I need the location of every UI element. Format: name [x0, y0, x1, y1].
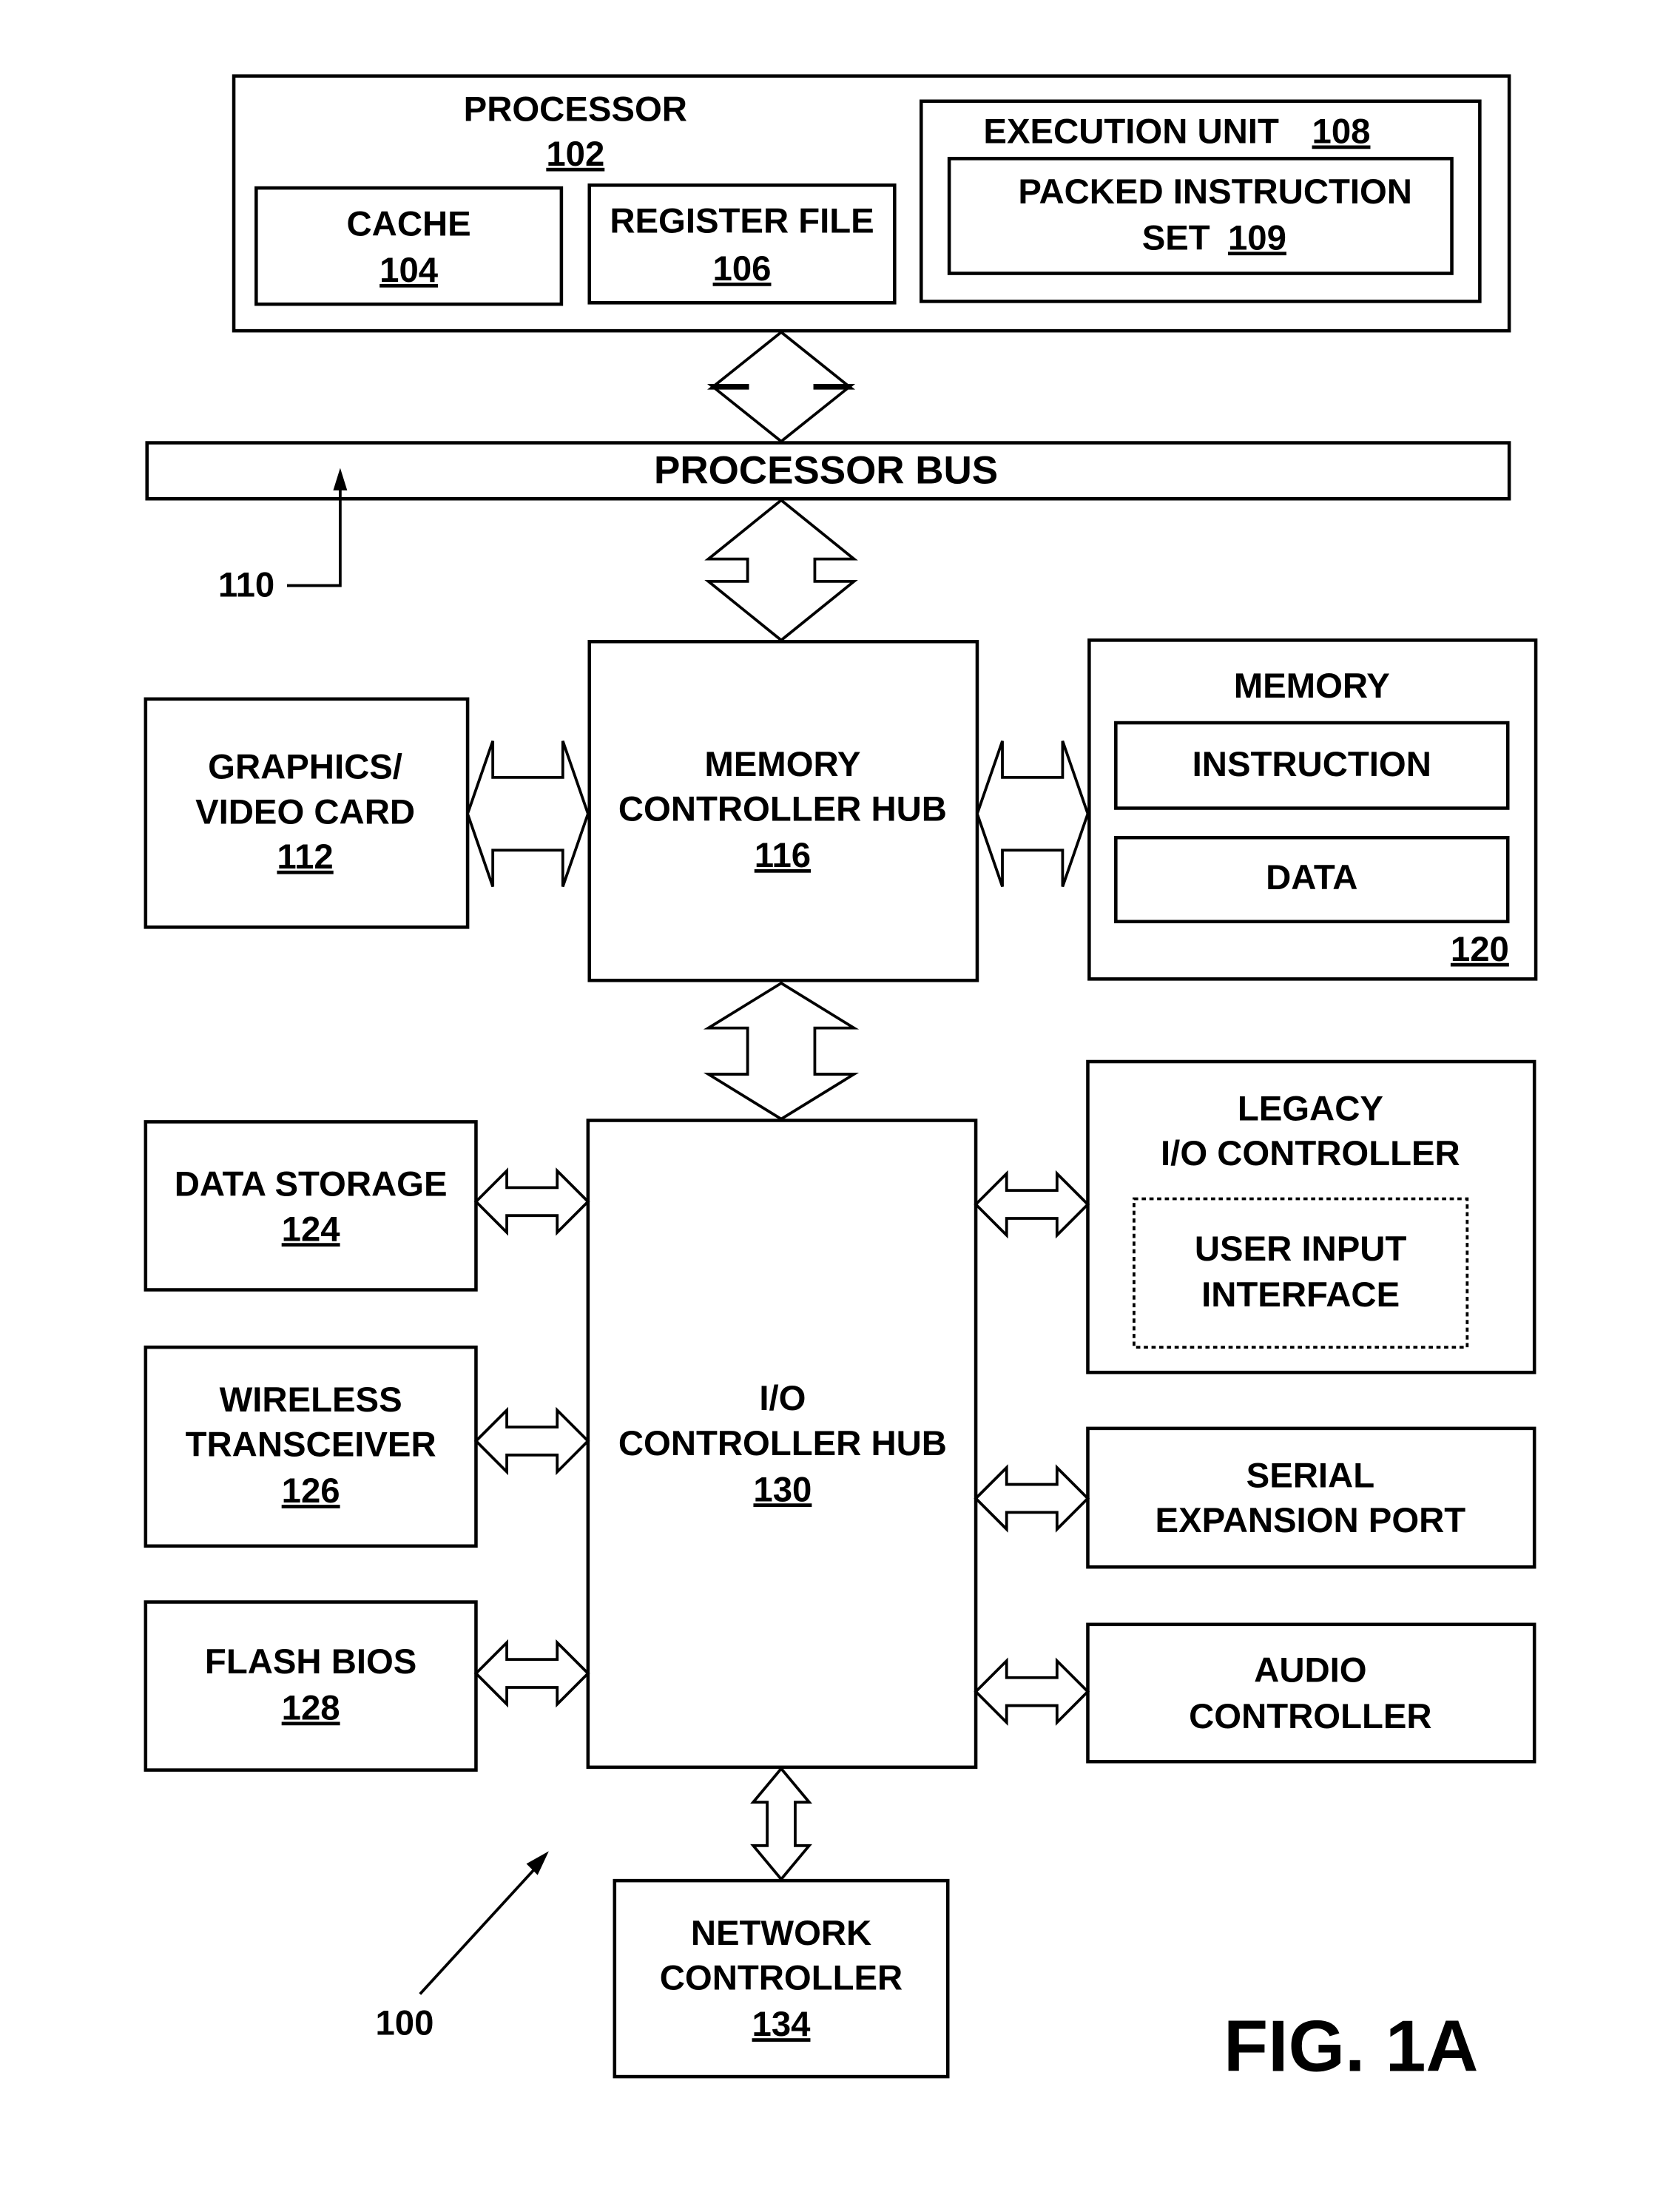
audio-line2: CONTROLLER: [1189, 1697, 1431, 1736]
memory-controller-hub: MEMORY CONTROLLER HUB 116: [587, 640, 979, 982]
register-file-ref: 106: [713, 249, 772, 289]
packed-line1: PACKED INSTRUCTION: [1018, 172, 1412, 212]
network-ref: 134: [752, 2005, 812, 2044]
uii-line1: USER INPUT: [1195, 1230, 1407, 1269]
memory-title: MEMORY: [1234, 667, 1390, 706]
serial-line2: EXPANSION PORT: [1156, 1501, 1466, 1540]
packed-ref: 109: [1228, 218, 1286, 257]
network-line2: CONTROLLER: [660, 1959, 903, 1998]
serial-expansion-port-block: SERIAL EXPANSION PORT: [1086, 1426, 1536, 1569]
packed-line2: SET: [1142, 218, 1210, 257]
serial-line1: SERIAL: [1246, 1456, 1374, 1495]
arrow-processor-to-bus: [706, 330, 856, 444]
arrow-mch-to-ich: [703, 981, 860, 1121]
arrow-graphics-mch: [466, 741, 590, 888]
mch-line2: CONTROLLER HUB: [618, 790, 947, 829]
memory-block: MEMORY INSTRUCTION DATA 120: [1087, 638, 1538, 981]
cache-title: CACHE: [347, 204, 471, 243]
mch-ref: 116: [755, 836, 811, 875]
network-line1: NETWORK: [691, 1914, 871, 1953]
graphics-line2: VIDEO CARD: [195, 792, 415, 832]
mch-line1: MEMORY: [704, 745, 860, 784]
arrow-bus-to-mch: [704, 498, 858, 642]
processor-ref: 102: [546, 135, 604, 174]
processor-title: PROCESSOR: [464, 90, 687, 129]
arrow-legacy: [974, 1170, 1090, 1239]
wireless-ref: 126: [282, 1471, 340, 1511]
uii-line2: INTERFACE: [1201, 1275, 1400, 1315]
legacy-io-controller-block: LEGACY I/O CONTROLLER USER INPUT INTERFA…: [1086, 1059, 1536, 1375]
flash-bios-ref: 128: [282, 1689, 340, 1728]
execution-unit-title: EXECUTION UNIT: [983, 112, 1279, 152]
audio-controller-block: AUDIO CONTROLLER: [1086, 1622, 1536, 1764]
processor-bus-ref: 110: [218, 566, 274, 605]
instruction-label: INSTRUCTION: [1192, 745, 1431, 784]
arrow-wireless: [473, 1406, 590, 1476]
wireless-line1: WIRELESS: [220, 1380, 402, 1420]
arrow-data-storage: [473, 1167, 590, 1236]
wireless-line2: TRANSCEIVER: [186, 1426, 436, 1465]
arrow-serial: [974, 1464, 1090, 1533]
processor-block: PROCESSOR 102 CACHE 104 REGISTER FILE 10…: [232, 74, 1511, 333]
flash-bios-title: FLASH BIOS: [205, 1642, 416, 1682]
network-controller-block: NETWORK CONTROLLER 134: [613, 1878, 950, 2079]
data-storage-block: DATA STORAGE 124: [144, 1120, 478, 1292]
legacy-line2: I/O CONTROLLER: [1161, 1134, 1460, 1173]
io-controller-hub: I/O CONTROLLER HUB 130: [586, 1119, 978, 1770]
data-label: DATA: [1266, 858, 1357, 897]
graphics-ref: 112: [277, 837, 333, 877]
figure-label: FIG. 1A: [1224, 2006, 1478, 2087]
arrow-flash-bios: [473, 1639, 590, 1708]
execution-unit-ref: 108: [1312, 112, 1371, 152]
block-diagram: PROCESSOR 102 CACHE 104 REGISTER FILE 10…: [144, 74, 1538, 2087]
legacy-line1: LEGACY: [1238, 1090, 1383, 1129]
arrow-audio: [974, 1657, 1090, 1726]
register-file-title: REGISTER FILE: [610, 202, 874, 241]
wireless-transceiver-block: WIRELESS TRANSCEIVER 126: [144, 1345, 478, 1548]
audio-line1: AUDIO: [1254, 1650, 1366, 1690]
arrow-ich-to-network: [750, 1766, 812, 1882]
cache-ref: 104: [379, 251, 439, 290]
graphics-video-card: GRAPHICS/ VIDEO CARD 112: [144, 697, 470, 929]
memory-ref: 120: [1451, 930, 1509, 969]
data-storage-ref: 124: [282, 1210, 341, 1249]
flash-bios-block: FLASH BIOS 128: [144, 1600, 478, 1772]
system-ref: 100: [375, 2003, 434, 2043]
ich-line1: I/O: [759, 1379, 806, 1418]
ich-ref: 130: [753, 1470, 812, 1509]
graphics-line1: GRAPHICS/: [208, 748, 402, 787]
data-storage-title: DATA STORAGE: [175, 1165, 448, 1204]
ich-line2: CONTROLLER HUB: [618, 1424, 947, 1463]
arrow-mch-memory: [975, 741, 1090, 888]
processor-bus-title: PROCESSOR BUS: [654, 448, 998, 492]
